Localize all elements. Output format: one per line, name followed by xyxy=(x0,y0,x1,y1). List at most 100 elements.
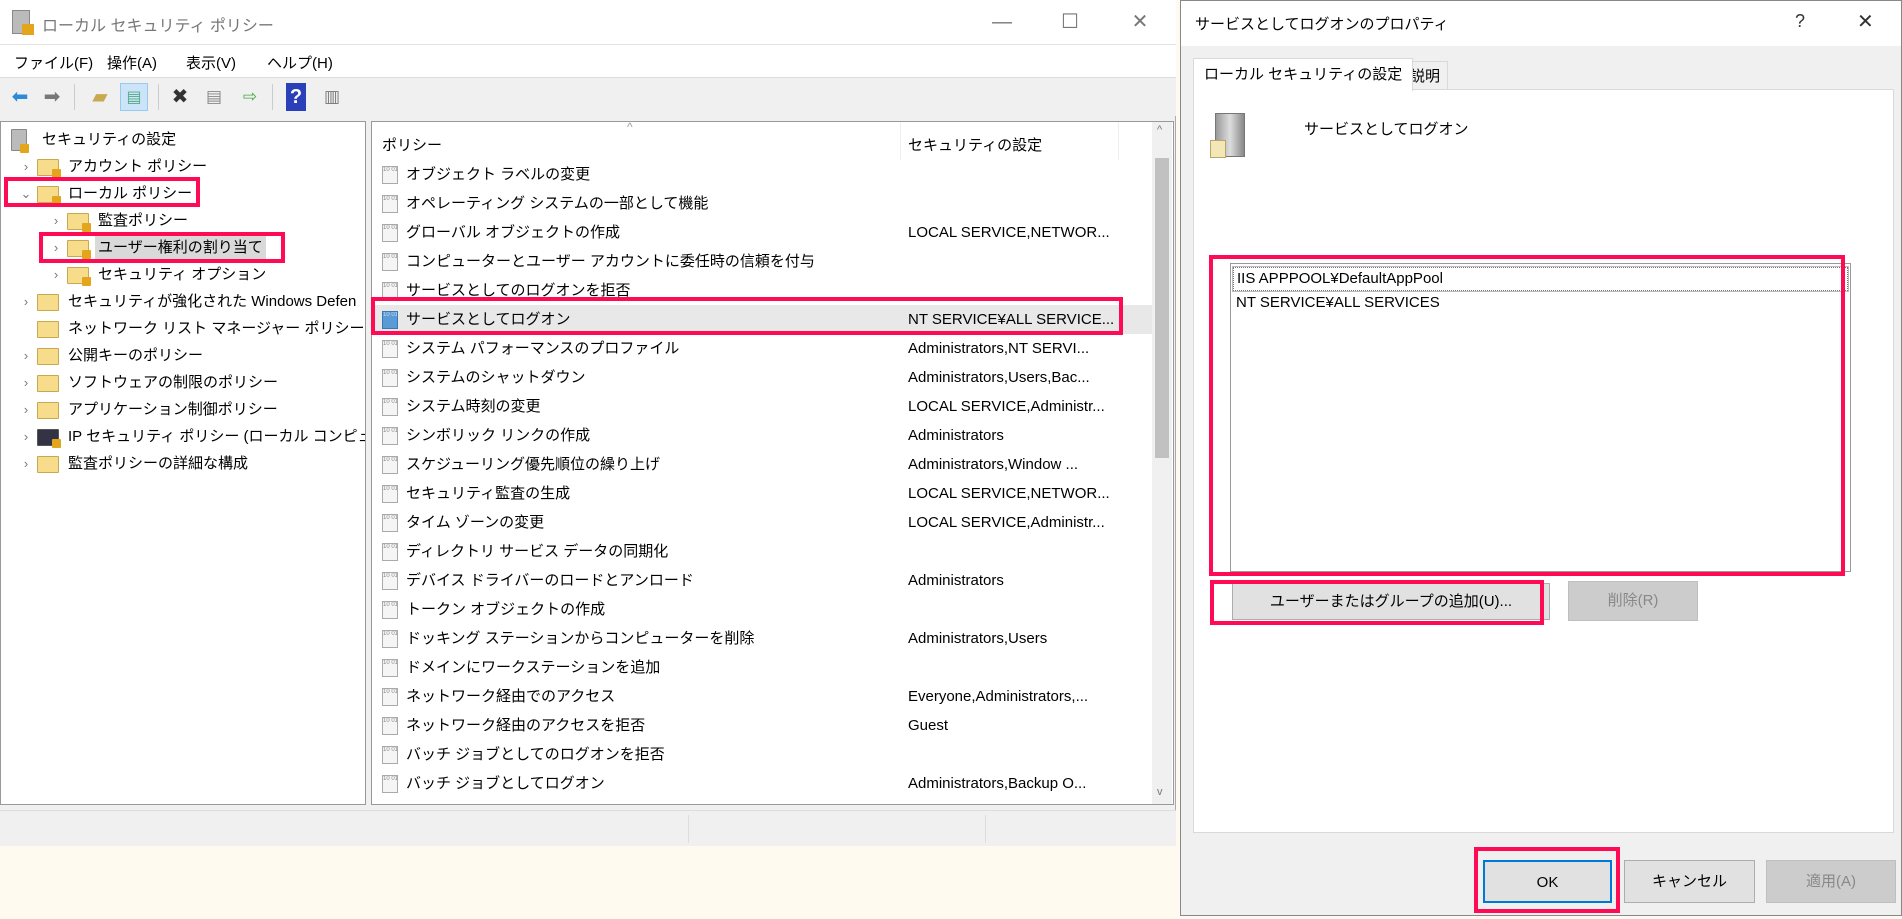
policy-row[interactable]: 10 010 オペレーティング システムの一部として機能 xyxy=(372,189,1152,218)
policy-row[interactable]: 10 010 ネットワーク経由のアクセスを拒否 Guest xyxy=(372,711,1152,740)
scrollbar-thumb[interactable] xyxy=(1155,158,1169,458)
dialog-close-button[interactable]: ✕ xyxy=(1857,9,1874,34)
policy-name: グローバル オブジェクトの作成 xyxy=(406,224,621,241)
policy-name: システムのシャットダウン xyxy=(406,369,586,386)
chevron-right-icon[interactable]: › xyxy=(19,289,33,315)
policy-row[interactable]: 10 010 ディレクトリ サービス データの同期化 xyxy=(372,537,1152,566)
remove-button[interactable]: 削除(R) xyxy=(1568,581,1698,621)
tree-item-label: 監査ポリシー xyxy=(98,212,189,229)
chevron-right-icon[interactable]: › xyxy=(49,235,63,261)
export-icon[interactable]: ⇨ xyxy=(236,83,264,111)
column-header-policy[interactable]: ポリシー xyxy=(382,134,442,155)
tab-local-security-setting[interactable]: ローカル セキュリティの設定 xyxy=(1193,58,1414,91)
chevron-down-icon[interactable]: ⌄ xyxy=(19,181,33,207)
policy-row[interactable]: 10 010 システムのシャットダウン Administrators,Users,B… xyxy=(372,363,1152,392)
policy-setting: Administrators xyxy=(908,572,1004,589)
policy-binary-icon: 10 010 xyxy=(382,717,398,735)
column-divider[interactable] xyxy=(900,122,901,160)
chevron-right-icon[interactable]: › xyxy=(19,154,33,180)
chevron-right-icon[interactable]: › xyxy=(19,451,33,477)
show-hide-tree-icon[interactable]: ▤ xyxy=(120,83,148,111)
member-item[interactable]: NT SERVICE¥ALL SERVICES xyxy=(1233,292,1848,316)
policy-setting: Administrators,Backup O... xyxy=(908,775,1087,792)
menu-action[interactable]: 操作(A) xyxy=(107,52,157,73)
policy-row[interactable]: 10 010 ドメインにワークステーションを追加 xyxy=(372,653,1152,682)
policy-row[interactable]: 10 010 システム時刻の変更 LOCAL SERVICE,Administr..… xyxy=(372,392,1152,421)
policy-name: スケジューリング優先順位の繰り上げ xyxy=(406,456,660,473)
policy-binary-icon: 10 010 xyxy=(382,398,398,416)
policy-row[interactable]: 10 010 デバイス ドライバーのロードとアンロード Administrators xyxy=(372,566,1152,595)
policy-row[interactable]: 10 010 ドッキング ステーションからコンピューターを削除 Administra… xyxy=(372,624,1152,653)
policy-row[interactable]: 10 010 セキュリティ監査の生成 LOCAL SERVICE,NETWOR... xyxy=(372,479,1152,508)
tree-item-label: 公開キーのポリシー xyxy=(68,347,204,364)
tree-item[interactable]: セキュリティの設定 xyxy=(1,127,365,153)
tree-item[interactable]: › ユーザー権利の割り当て xyxy=(1,235,365,261)
forward-arrow-icon[interactable]: ➡ xyxy=(38,83,66,111)
chevron-right-icon[interactable]: › xyxy=(19,397,33,423)
ok-button[interactable]: OK xyxy=(1483,860,1612,903)
tree-item[interactable]: › アカウント ポリシー xyxy=(1,154,365,180)
menu-file[interactable]: ファイル(F) xyxy=(14,52,93,73)
policy-binary-icon: 10 010 xyxy=(382,282,398,300)
policy-row[interactable]: 10 010 コンピューターとユーザー アカウントに委任時の信頼を付与 xyxy=(372,247,1152,276)
column-divider[interactable] xyxy=(1118,122,1119,160)
policy-row[interactable]: 10 010 サービスとしてログオン NT SERVICE¥ALL SERVICE.… xyxy=(372,305,1152,334)
chevron-right-icon[interactable]: › xyxy=(19,343,33,369)
tree-item[interactable]: › 監査ポリシーの詳細な構成 xyxy=(1,451,365,477)
delete-icon[interactable]: ✖ xyxy=(166,83,194,111)
policy-name: ネットワーク経由のアクセスを拒否 xyxy=(406,717,646,734)
members-listbox[interactable]: IIS APPPOOL¥DefaultAppPool NT SERVICE¥AL… xyxy=(1230,263,1851,572)
tree-item[interactable]: › セキュリティ オプション xyxy=(1,262,365,288)
tree-item-label: ユーザー権利の割り当て xyxy=(95,235,266,261)
chevron-right-icon[interactable]: › xyxy=(49,208,63,234)
action-pane-icon[interactable]: ▥ xyxy=(318,83,346,111)
tree-item[interactable]: › アプリケーション制御ポリシー xyxy=(1,397,365,423)
list-vertical-scrollbar[interactable]: ^ v xyxy=(1152,122,1172,804)
scroll-down-icon[interactable]: v xyxy=(1157,786,1163,798)
policy-row[interactable]: 10 010 バッチ ジョブとしてのログオンを拒否 xyxy=(372,740,1152,769)
menu-help[interactable]: ヘルプ(H) xyxy=(267,52,333,73)
sort-indicator-icon: ^ xyxy=(627,121,633,134)
policy-row[interactable]: 10 010 ネットワーク経由でのアクセス Everyone,Administrat… xyxy=(372,682,1152,711)
policy-row[interactable]: 10 010 シンボリック リンクの作成 Administrators xyxy=(372,421,1152,450)
tree-item[interactable]: ネットワーク リスト マネージャー ポリシー xyxy=(1,316,365,342)
close-button[interactable]: ✕ xyxy=(1120,6,1160,38)
properties-icon[interactable]: ▤ xyxy=(200,83,228,111)
policy-row[interactable]: 10 010 スケジューリング優先順位の繰り上げ Administrators,Wi… xyxy=(372,450,1152,479)
menu-bar: ファイル(F) 操作(A) 表示(V) ヘルプ(H) xyxy=(0,45,1176,78)
policy-row[interactable]: 10 010 システム パフォーマンスのプロファイル Administrators,… xyxy=(372,334,1152,363)
add-user-or-group-button[interactable]: ユーザーまたはグループの追加(U)... xyxy=(1232,583,1550,620)
tree-item[interactable]: › 監査ポリシー xyxy=(1,208,365,234)
policy-row[interactable]: 10 010 バッチ ジョブとしてログオン Administrators,Backu… xyxy=(372,769,1152,798)
help-icon[interactable]: ? xyxy=(286,83,306,111)
policy-row[interactable]: 10 010 オブジェクト ラベルの変更 xyxy=(372,160,1152,189)
tree-item-label: ソフトウェアの制限のポリシー xyxy=(68,374,279,391)
tree-item[interactable]: › セキュリティが強化された Windows Defen xyxy=(1,289,365,315)
policy-row[interactable]: 10 010 ファームウェア環境値の修正 Administrators xyxy=(372,798,1152,805)
policy-row[interactable]: 10 010 トークン オブジェクトの作成 xyxy=(372,595,1152,624)
scroll-up-icon[interactable]: ^ xyxy=(1157,124,1162,136)
minimize-button[interactable]: — xyxy=(982,6,1022,38)
chevron-right-icon[interactable]: › xyxy=(49,262,63,288)
up-folder-icon[interactable]: ▰ xyxy=(86,83,114,111)
tree-item[interactable]: › 公開キーのポリシー xyxy=(1,343,365,369)
maximize-button[interactable]: ☐ xyxy=(1050,6,1090,38)
help-button[interactable]: ? xyxy=(1795,11,1805,32)
policy-binary-icon: 10 010 xyxy=(382,572,398,590)
chevron-right-icon[interactable]: › xyxy=(19,370,33,396)
policy-row[interactable]: 10 010 グローバル オブジェクトの作成 LOCAL SERVICE,NETWO… xyxy=(372,218,1152,247)
column-header-setting[interactable]: セキュリティの設定 xyxy=(908,134,1042,155)
apply-button[interactable]: 適用(A) xyxy=(1766,860,1896,903)
back-arrow-icon[interactable]: ⬅ xyxy=(6,83,34,111)
policy-row[interactable]: 10 010 タイム ゾーンの変更 LOCAL SERVICE,Administr.… xyxy=(372,508,1152,537)
chevron-right-icon[interactable]: › xyxy=(19,424,33,450)
policy-binary-icon: 10 010 xyxy=(382,804,398,805)
member-item[interactable]: IIS APPPOOL¥DefaultAppPool xyxy=(1232,266,1849,292)
tree-item[interactable]: › ソフトウェアの制限のポリシー xyxy=(1,370,365,396)
cancel-button[interactable]: キャンセル xyxy=(1624,860,1755,903)
tree-item[interactable]: › IP セキュリティ ポリシー (ローカル コンピューター xyxy=(1,424,365,450)
menu-view[interactable]: 表示(V) xyxy=(186,52,236,73)
tree-item[interactable]: ⌄ ローカル ポリシー xyxy=(1,181,365,207)
policy-setting: Guest xyxy=(908,717,949,734)
policy-row[interactable]: 10 010 サービスとしてのログオンを拒否 xyxy=(372,276,1152,305)
